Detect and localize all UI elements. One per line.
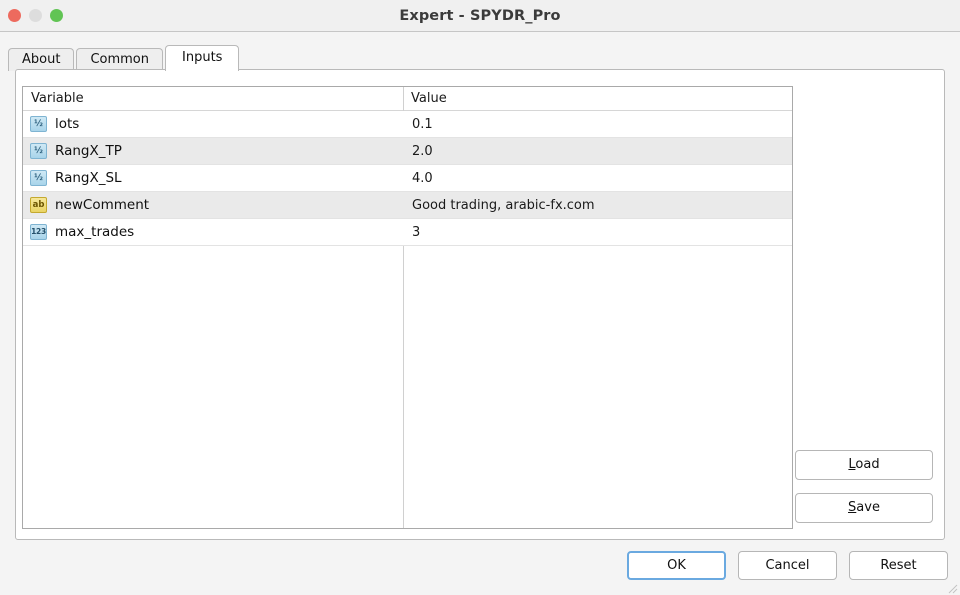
inputs-table[interactable]: Variable Value ½ lots 0.1 ½ RangX_TP 2.0 bbox=[22, 86, 793, 529]
resize-grip-icon[interactable] bbox=[948, 584, 958, 594]
variable-name: RangX_TP bbox=[55, 143, 122, 159]
half-icon: ½ bbox=[30, 170, 47, 186]
footer-button-row: OK Cancel Reset bbox=[627, 551, 948, 580]
table-row[interactable]: 123 max_trades 3 bbox=[23, 219, 792, 246]
column-header-variable[interactable]: Variable bbox=[23, 87, 403, 110]
value-cell[interactable]: 2.0 bbox=[404, 138, 792, 164]
table-row[interactable]: ½ RangX_SL 4.0 bbox=[23, 165, 792, 192]
table-header-row: Variable Value bbox=[23, 87, 792, 111]
variable-name: lots bbox=[55, 116, 80, 132]
value-cell[interactable]: 3 bbox=[404, 219, 792, 245]
window-controls bbox=[8, 0, 63, 31]
table-row[interactable]: ½ lots 0.1 bbox=[23, 111, 792, 138]
maximize-window-button[interactable] bbox=[50, 9, 63, 22]
window-titlebar: Expert - SPYDR_Pro bbox=[0, 0, 960, 32]
window-title: Expert - SPYDR_Pro bbox=[399, 7, 561, 24]
inputs-tab-panel: Variable Value ½ lots 0.1 ½ RangX_TP 2.0 bbox=[15, 69, 945, 540]
variable-name: RangX_SL bbox=[55, 170, 122, 186]
ok-button[interactable]: OK bbox=[627, 551, 726, 580]
preset-buttons: Load Save bbox=[795, 437, 933, 523]
close-window-button[interactable] bbox=[8, 9, 21, 22]
integer-icon: 123 bbox=[30, 224, 47, 240]
minimize-window-button[interactable] bbox=[29, 9, 42, 22]
save-button[interactable]: Save bbox=[795, 493, 933, 523]
value-cell[interactable]: 4.0 bbox=[404, 165, 792, 191]
half-icon: ½ bbox=[30, 116, 47, 132]
tab-common[interactable]: Common bbox=[76, 48, 163, 71]
variable-cell: ½ RangX_TP bbox=[23, 138, 403, 164]
tab-inputs[interactable]: Inputs bbox=[165, 45, 240, 71]
tab-strip: About Common Inputs bbox=[0, 45, 960, 71]
half-icon: ½ bbox=[30, 143, 47, 159]
save-label-rest: ave bbox=[856, 500, 880, 515]
dialog-footer: OK Cancel Reset bbox=[0, 541, 960, 595]
variable-cell: ½ RangX_SL bbox=[23, 165, 403, 191]
variable-cell: 123 max_trades bbox=[23, 219, 403, 245]
cancel-button[interactable]: Cancel bbox=[738, 551, 837, 580]
table-body: ½ lots 0.1 ½ RangX_TP 2.0 ½ RangX_SL 4.0 bbox=[23, 111, 792, 246]
value-cell[interactable]: 0.1 bbox=[404, 111, 792, 137]
tab-about[interactable]: About bbox=[8, 48, 75, 71]
variable-name: newComment bbox=[55, 197, 150, 213]
table-row[interactable]: ab newComment Good trading, arabic-fx.co… bbox=[23, 192, 792, 219]
column-header-value[interactable]: Value bbox=[403, 87, 792, 110]
load-button[interactable]: Load bbox=[795, 450, 933, 480]
load-label-rest: oad bbox=[855, 457, 880, 472]
variable-name: max_trades bbox=[55, 224, 135, 240]
table-row[interactable]: ½ RangX_TP 2.0 bbox=[23, 138, 792, 165]
variable-cell: ½ lots bbox=[23, 111, 403, 137]
string-icon: ab bbox=[30, 197, 47, 213]
reset-button[interactable]: Reset bbox=[849, 551, 948, 580]
value-cell[interactable]: Good trading, arabic-fx.com bbox=[404, 192, 792, 218]
variable-cell: ab newComment bbox=[23, 192, 403, 218]
